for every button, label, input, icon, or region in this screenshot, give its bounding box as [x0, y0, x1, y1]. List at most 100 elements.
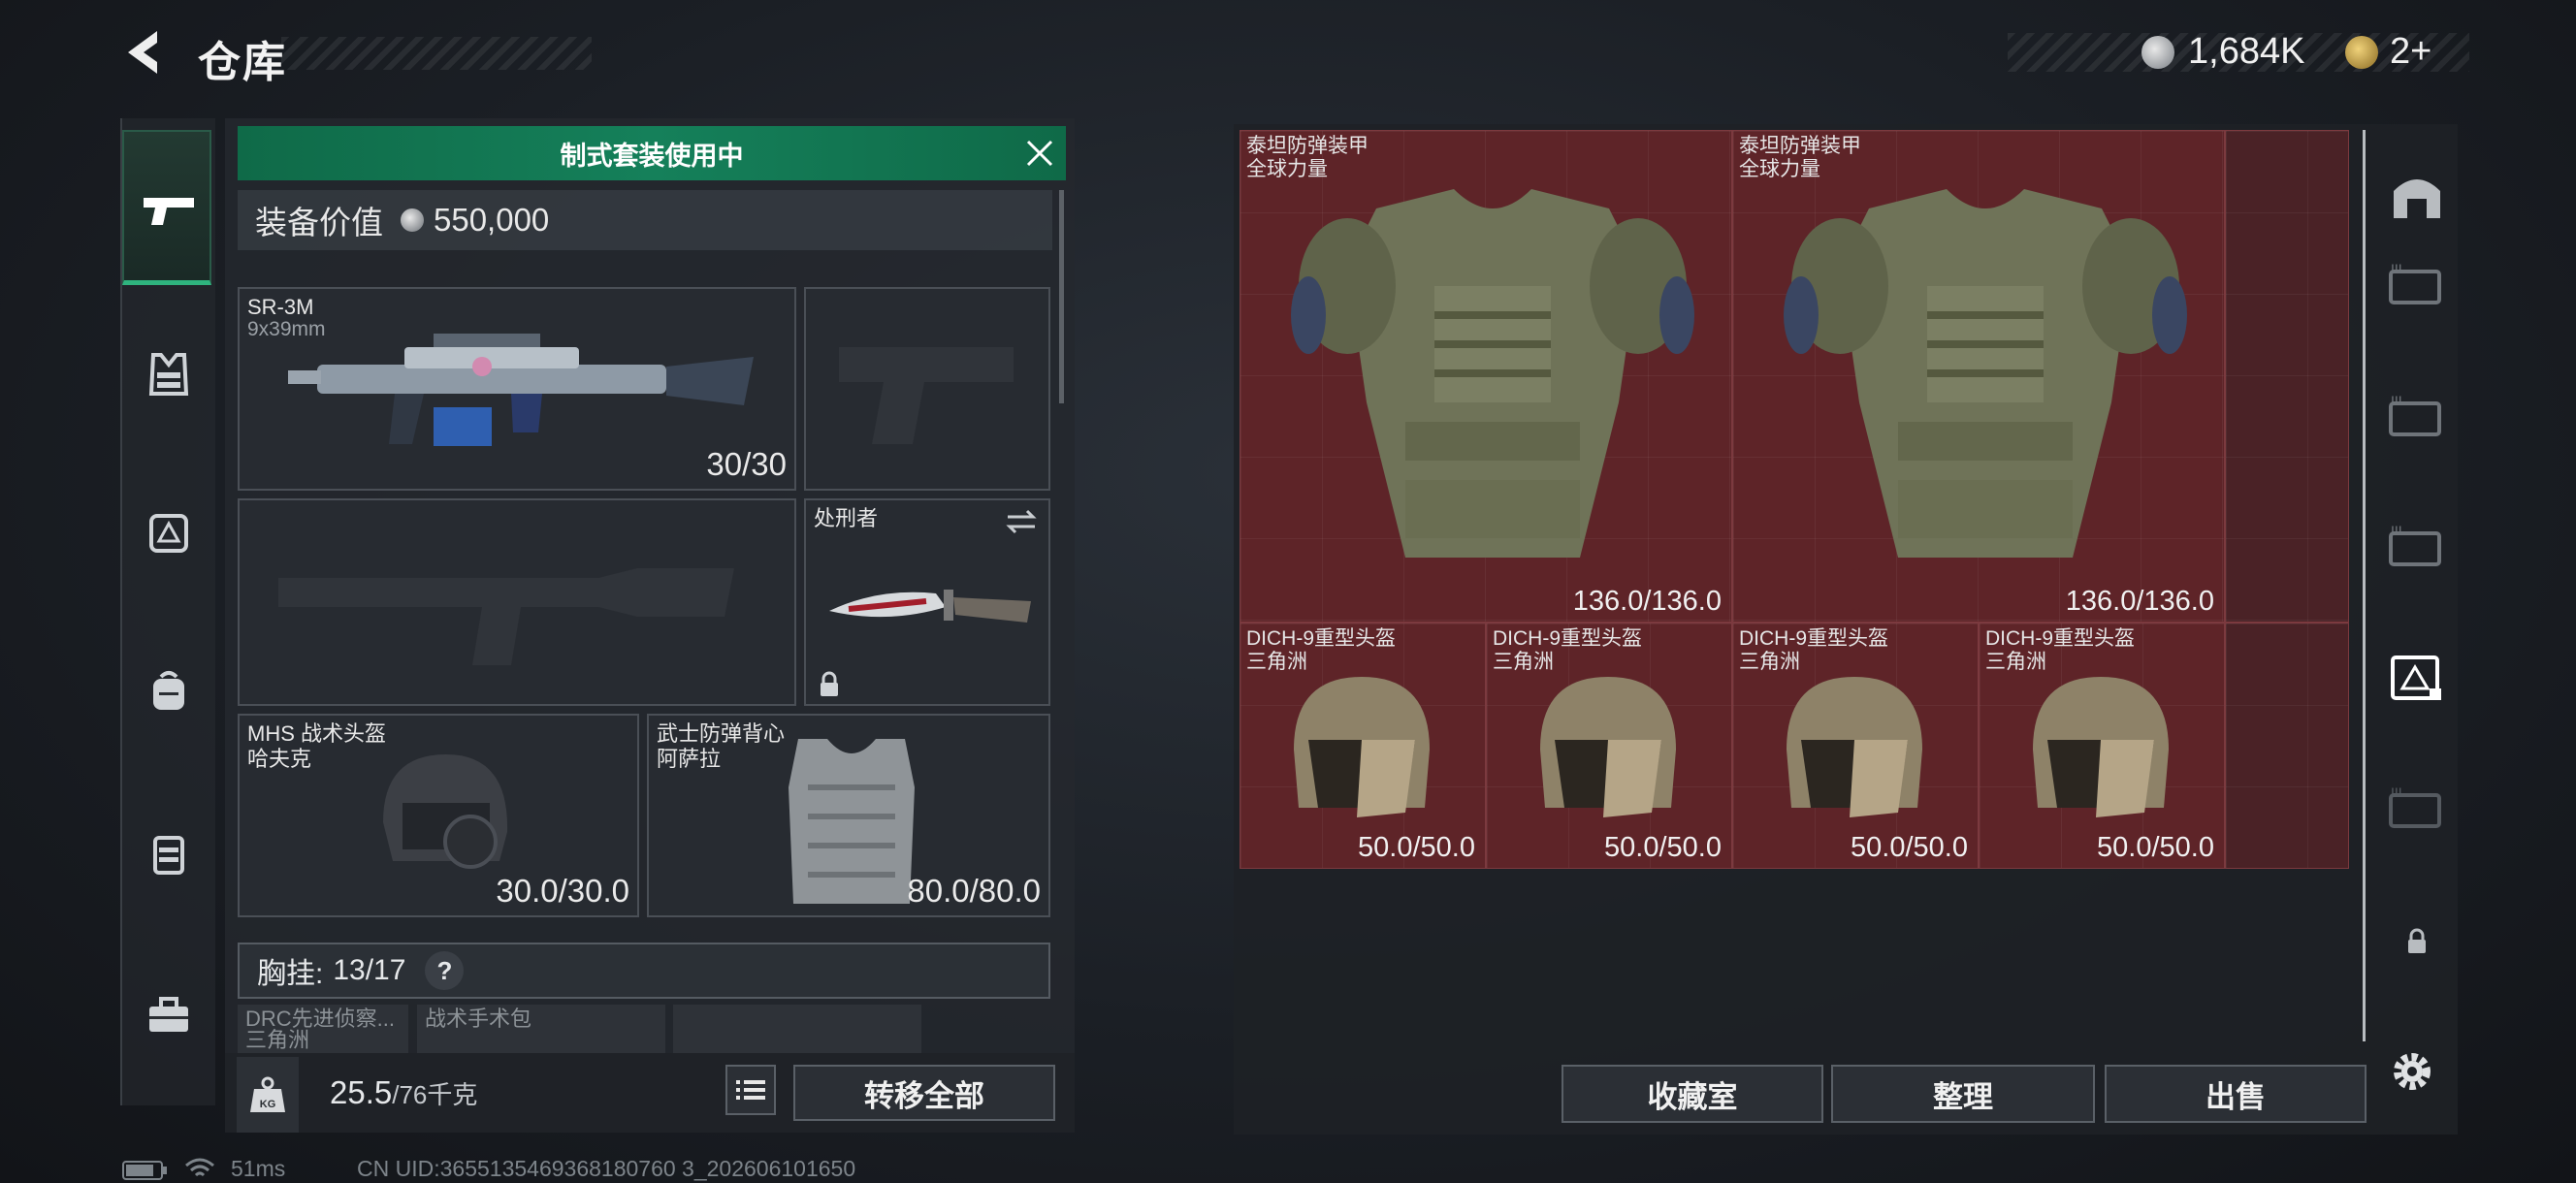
user-uid: CN UID:3655135469368180760 3_20260610165…: [357, 1156, 856, 1181]
weight-readout: 25.5/76千克: [330, 1074, 477, 1111]
svg-text:III: III: [2391, 524, 2402, 538]
nav-item-armor[interactable]: [136, 341, 202, 407]
page-title: 仓库: [198, 39, 287, 86]
stash-page-icon: III: [2389, 524, 2441, 566]
transfer-all-button[interactable]: 转移全部: [793, 1065, 1055, 1121]
sell-button[interactable]: 出售: [2105, 1065, 2367, 1123]
stash-tab-1[interactable]: III: [2387, 254, 2447, 314]
category-nav: [120, 118, 215, 1105]
helmet-image: [1294, 677, 1430, 817]
backpack-icon: [153, 671, 184, 710]
rifle-silhouette-icon: [278, 568, 734, 665]
stash-item[interactable]: DICH-9重型头盔 三角洲 50.0/50.0: [1979, 623, 2225, 869]
item-name: DICH-9重型头盔: [1246, 627, 1397, 650]
stash-empty-cell[interactable]: [2225, 130, 2349, 623]
stash-item[interactable]: DICH-9重型头盔 三角洲 50.0/50.0: [1486, 623, 1732, 869]
svg-text:III: III: [2391, 394, 2402, 408]
lock-icon: [821, 671, 838, 696]
stash-grid: 泰坦防弹装甲 全球力量 136.0/136.0 泰坦防弹装甲 全球力量 136.…: [1240, 130, 2349, 869]
vest-icon: [148, 353, 189, 396]
helmet-brand: 哈夫克: [247, 747, 312, 771]
item-durability: 50.0/50.0: [1358, 832, 1475, 863]
weight-value: 25.5: [330, 1074, 393, 1110]
chest-item-name: DRC先进侦察...: [245, 1007, 396, 1031]
pistol-icon: [144, 198, 194, 225]
melee-slot[interactable]: 处刑者: [804, 498, 1050, 706]
melee-name: 处刑者: [814, 506, 879, 530]
chest-rig-row[interactable]: 胸挂: 13/17 ?: [238, 943, 1050, 999]
stash-tab-locked[interactable]: [2387, 911, 2447, 972]
settings-gear-icon[interactable]: [2388, 1047, 2436, 1096]
nav-item-toolbox[interactable]: [136, 981, 202, 1047]
currency-secondary[interactable]: 2+: [2390, 31, 2431, 73]
stash-page-nav: III III III III: [2363, 130, 2459, 1041]
item-durability: 136.0/136.0: [1572, 586, 1722, 617]
header-decoration: [281, 37, 592, 70]
knife-image: [829, 590, 1031, 623]
stash-tab-4-active[interactable]: [2387, 646, 2447, 706]
scrollbar[interactable]: [1059, 190, 1064, 403]
helmet-image: [1787, 677, 1922, 817]
primary-weapon-slot[interactable]: SR-3M 9x39mm 30/30: [238, 287, 796, 491]
chest-rig-icon: [149, 514, 188, 553]
item-durability: 136.0/136.0: [2065, 586, 2214, 617]
armor-image: [1291, 189, 1694, 558]
banner-text: 制式套装使用中: [560, 141, 744, 171]
pouch-icon: [153, 836, 184, 875]
stash-tab-home[interactable]: [2387, 165, 2447, 225]
stash-tab-2[interactable]: III: [2387, 386, 2447, 446]
stash-tab-5[interactable]: III: [2387, 778, 2447, 838]
stash-empty-cell[interactable]: [2225, 623, 2349, 869]
secondary-weapon-slot[interactable]: [804, 287, 1050, 491]
svg-text:III: III: [2391, 785, 2402, 800]
close-icon[interactable]: [1024, 138, 1055, 169]
equipment-value-row: 装备价值 550,000: [238, 190, 1052, 250]
item-name: DICH-9重型头盔: [1985, 627, 2136, 650]
weight-icon: KG: [250, 1076, 285, 1112]
nav-item-weapons[interactable]: [122, 130, 211, 285]
nav-item-chest-rig[interactable]: [136, 498, 202, 564]
stash-page-icon: III: [2389, 785, 2441, 828]
toolbox-icon: [149, 997, 188, 1032]
ammo-count: 30/30: [706, 446, 787, 482]
chest-item-empty[interactable]: [673, 1005, 921, 1053]
helmet-durability: 30.0/30.0: [496, 873, 629, 909]
equipment-value: 550,000: [434, 202, 550, 238]
item-durability: 50.0/50.0: [1851, 832, 1968, 863]
item-durability: 50.0/50.0: [2097, 832, 2214, 863]
stash-page-active-icon: [2391, 655, 2441, 700]
stash-tab-3[interactable]: III: [2387, 516, 2447, 576]
item-durability: 50.0/50.0: [1604, 832, 1722, 863]
helmet-slot[interactable]: MHS 战术头盔 哈夫克 30.0/30.0: [238, 714, 639, 917]
armor-slot[interactable]: 武士防弹背心 阿萨拉 80.0/80.0: [647, 714, 1050, 917]
back-arrow-icon[interactable]: [118, 25, 169, 80]
organize-button[interactable]: 整理: [1831, 1065, 2095, 1123]
item-name: DICH-9重型头盔: [1493, 627, 1643, 650]
collection-room-button[interactable]: 收藏室: [1562, 1065, 1823, 1123]
list-view-button[interactable]: [725, 1065, 776, 1115]
weight-max: /76千克: [392, 1080, 478, 1109]
wifi-icon: [185, 1158, 214, 1177]
item-name: DICH-9重型头盔: [1739, 627, 1889, 650]
stash-page-icon: III: [2389, 394, 2441, 436]
chest-item[interactable]: DRC先进侦察... 三角洲: [238, 1005, 408, 1053]
stash-item[interactable]: DICH-9重型头盔 三角洲 50.0/50.0: [1732, 623, 1979, 869]
helmet-image: [1540, 677, 1676, 817]
weight-badge: KG: [237, 1057, 299, 1133]
svg-text:III: III: [2391, 262, 2402, 276]
swap-icon[interactable]: [1004, 508, 1039, 535]
coin-icon: [2141, 36, 2174, 69]
kit-in-use-banner: 制式套装使用中: [238, 126, 1066, 180]
stash-item[interactable]: 泰坦防弹装甲 全球力量 136.0/136.0: [1240, 130, 1732, 623]
chest-item[interactable]: 战术手术包: [417, 1005, 665, 1053]
stash-item[interactable]: DICH-9重型头盔 三角洲 50.0/50.0: [1240, 623, 1486, 869]
help-icon[interactable]: ?: [425, 951, 465, 990]
nav-item-backpack[interactable]: [136, 657, 202, 723]
armor-durability: 80.0/80.0: [907, 873, 1041, 909]
secondary-primary-slot[interactable]: [238, 498, 796, 706]
lock-icon: [2408, 928, 2426, 953]
kg-label: KG: [260, 1099, 276, 1110]
armor-name: 武士防弹背心: [657, 721, 786, 746]
stash-item[interactable]: 泰坦防弹装甲 全球力量 136.0/136.0: [1732, 130, 2225, 623]
nav-item-pouch[interactable]: [136, 820, 202, 886]
